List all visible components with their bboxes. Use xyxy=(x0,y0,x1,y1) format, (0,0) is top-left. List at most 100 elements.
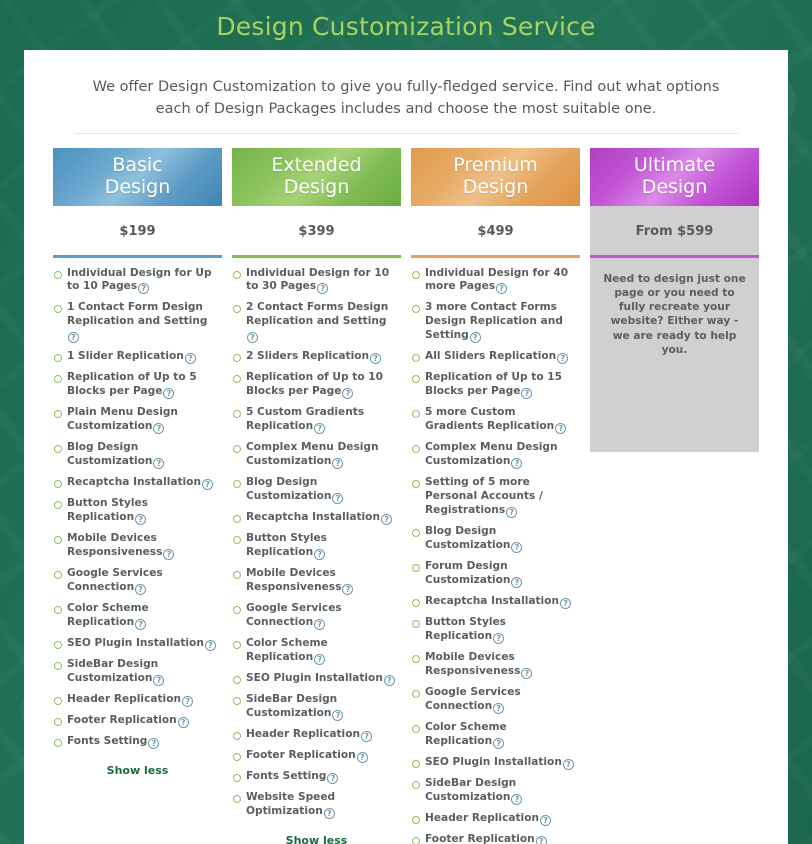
feature-label: 2 Sliders Replication xyxy=(246,350,370,363)
help-icon[interactable]: ? xyxy=(135,514,147,526)
feature-label: 1 Slider Replication xyxy=(67,350,184,363)
help-icon[interactable]: ? xyxy=(521,388,533,400)
help-icon[interactable]: ? xyxy=(314,549,326,561)
feature-label: Footer Replication xyxy=(67,714,177,727)
help-icon[interactable]: ? xyxy=(557,353,569,365)
plan-price-premium: $499 xyxy=(477,223,514,239)
help-icon[interactable]: ? xyxy=(202,479,214,491)
feature-label: Mobile Devices Responsiveness xyxy=(425,651,521,678)
help-icon[interactable]: ? xyxy=(314,619,326,631)
help-icon[interactable]: ? xyxy=(370,353,382,365)
help-icon[interactable]: ? xyxy=(247,332,258,344)
help-icon[interactable]: ? xyxy=(521,668,533,680)
feature-item: Fonts Setting? xyxy=(232,770,401,791)
feature-label: 5 more Custom Gradients Replication xyxy=(425,406,555,433)
help-icon[interactable]: ? xyxy=(332,493,344,505)
help-icon[interactable]: ? xyxy=(506,507,518,519)
feature-item: Mobile Devices Responsiveness? xyxy=(232,567,401,602)
help-icon[interactable]: ? xyxy=(153,675,165,687)
help-icon[interactable]: ? xyxy=(469,332,481,344)
help-icon[interactable]: ? xyxy=(317,283,329,295)
show-less-link-basic[interactable]: Show less xyxy=(53,756,222,781)
help-icon[interactable]: ? xyxy=(562,759,574,771)
help-icon[interactable]: ? xyxy=(153,458,165,470)
feature-label: Fonts Setting xyxy=(67,735,148,748)
feature-item: Complex Menu Design Customization? xyxy=(232,441,401,476)
help-icon[interactable]: ? xyxy=(148,738,160,750)
feature-label: 5 Custom Gradients Replication xyxy=(246,406,365,433)
help-icon[interactable]: ? xyxy=(342,388,354,400)
help-icon[interactable]: ? xyxy=(184,353,196,365)
help-icon[interactable]: ? xyxy=(314,423,326,435)
feature-item: Button Styles Replication? xyxy=(53,497,222,532)
help-icon[interactable]: ? xyxy=(381,514,393,526)
feature-item: SideBar Design Customization? xyxy=(232,693,401,728)
plan-card-extended: Extended Design $399 Individual Design for … xyxy=(227,147,406,844)
help-icon[interactable]: ? xyxy=(511,794,523,806)
feature-label: Replication of Up to 5 Blocks per Page xyxy=(67,371,197,398)
feature-item: Website Speed Optimization? xyxy=(232,791,401,826)
help-icon[interactable]: ? xyxy=(153,423,165,435)
plan-name-line1: Basic xyxy=(112,154,163,177)
feature-item: Replication of Up to 10 Blocks per Page? xyxy=(232,371,401,406)
help-icon[interactable]: ? xyxy=(68,332,79,344)
plan-card-premium: Premium Design $499 Individual Design for 4… xyxy=(406,147,585,844)
feature-item: SideBar Design Customization? xyxy=(411,777,580,812)
help-icon[interactable]: ? xyxy=(493,703,505,715)
help-icon[interactable]: ? xyxy=(383,675,395,687)
feature-item: Replication of Up to 15 Blocks per Page? xyxy=(411,371,580,406)
feature-item: Setting of 5 more Personal Accounts / Re… xyxy=(411,476,580,525)
help-icon[interactable]: ? xyxy=(560,598,572,610)
feature-item: Footer Replication? xyxy=(232,749,401,770)
plan-price-extended: $399 xyxy=(298,223,335,239)
help-icon[interactable]: ? xyxy=(511,542,523,554)
help-icon[interactable]: ? xyxy=(511,577,523,589)
feature-item: Color Scheme Replication? xyxy=(411,721,580,756)
help-icon[interactable]: ? xyxy=(163,388,175,400)
help-icon[interactable]: ? xyxy=(555,423,567,435)
help-icon[interactable]: ? xyxy=(332,710,344,722)
feature-list-basic: Individual Design for Up to 10 Pages? 1 C… xyxy=(53,258,222,757)
feature-item: Footer Replication? xyxy=(53,714,222,735)
help-icon[interactable]: ? xyxy=(496,283,508,295)
feature-label: 1 Contact Form Design Replication and Se… xyxy=(67,301,208,328)
help-icon[interactable]: ? xyxy=(540,815,552,827)
show-less-link-extended[interactable]: Show less xyxy=(232,826,401,844)
feature-label: Blog Design Customization xyxy=(246,476,332,503)
help-icon[interactable]: ? xyxy=(135,584,147,596)
help-icon[interactable]: ? xyxy=(493,633,505,645)
feature-label: SEO Plugin Installation xyxy=(246,672,383,685)
help-icon[interactable]: ? xyxy=(511,458,523,470)
feature-item: SideBar Design Customization? xyxy=(53,658,222,693)
plan-header-premium: Premium Design xyxy=(411,147,580,206)
help-icon[interactable]: ? xyxy=(327,773,339,785)
help-icon[interactable]: ? xyxy=(342,584,354,596)
plan-header-ultimate: Ultimate Design xyxy=(590,147,759,206)
help-icon[interactable]: ? xyxy=(138,283,150,295)
feature-item: Recaptcha Installation? xyxy=(411,595,580,616)
help-icon[interactable]: ? xyxy=(356,752,368,764)
help-icon[interactable]: ? xyxy=(361,731,373,743)
help-icon[interactable]: ? xyxy=(493,738,505,750)
help-icon[interactable]: ? xyxy=(314,654,326,666)
help-icon[interactable]: ? xyxy=(163,549,175,561)
feature-label: Recaptcha Installation xyxy=(246,511,381,524)
feature-item: 5 Custom Gradients Replication? xyxy=(232,406,401,441)
help-icon[interactable]: ? xyxy=(135,619,147,631)
help-icon[interactable]: ? xyxy=(535,836,547,844)
feature-item: Blog Design Customization? xyxy=(53,441,222,476)
feature-label: SideBar Design Customization xyxy=(67,658,159,685)
help-icon[interactable]: ? xyxy=(177,717,189,729)
feature-item: SEO Plugin Installation? xyxy=(232,672,401,693)
feature-label: Header Replication xyxy=(67,693,182,706)
feature-label: Replication of Up to 10 Blocks per Page xyxy=(246,371,384,398)
plan-card-basic: Basic Design $199 Individual Design for Up … xyxy=(48,147,227,782)
help-icon[interactable]: ? xyxy=(332,458,344,470)
help-icon[interactable]: ? xyxy=(204,640,216,652)
help-icon[interactable]: ? xyxy=(182,696,194,708)
plan-price-ultimate: From $599 xyxy=(590,205,759,255)
feature-item: All Sliders Replication? xyxy=(411,350,580,371)
feature-item: Recaptcha Installation? xyxy=(232,511,401,532)
help-icon[interactable]: ? xyxy=(323,808,335,820)
feature-item: 5 more Custom Gradients Replication? xyxy=(411,406,580,441)
